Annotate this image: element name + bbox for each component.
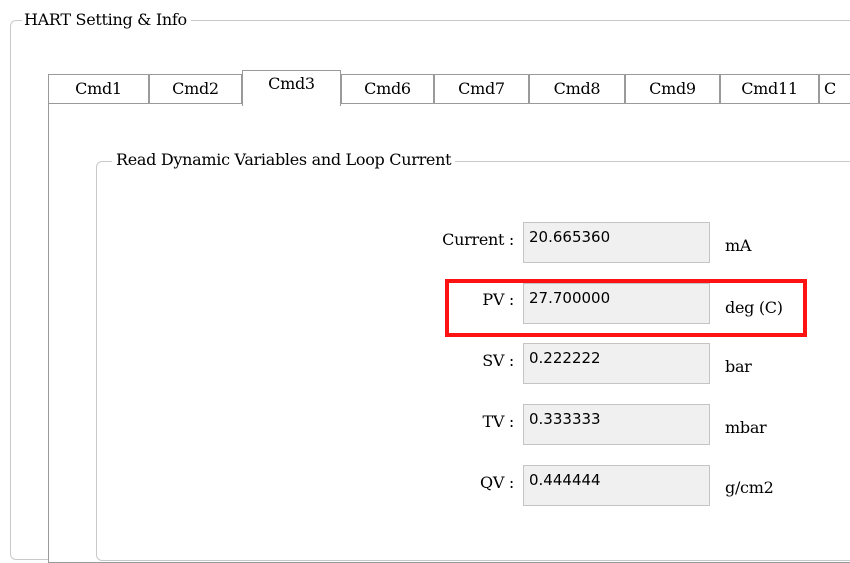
current-value-field[interactable]: 20.665360 [523, 222, 710, 263]
tab-cmd11[interactable]: Cmd11 [720, 74, 819, 104]
tab-cmd9[interactable]: Cmd9 [625, 74, 720, 104]
pv-label: PV : [482, 290, 514, 309]
sv-unit: bar [725, 357, 752, 376]
tv-label: TV : [482, 412, 514, 431]
command-tab-strip: Cmd1 Cmd2 Cmd3 Cmd6 Cmd7 Cmd8 Cmd9 Cmd11… [48, 70, 850, 106]
qv-value-field[interactable]: 0.444444 [523, 465, 710, 506]
tab-cmd1[interactable]: Cmd1 [48, 74, 149, 104]
tab-cmd2[interactable]: Cmd2 [149, 74, 242, 104]
tab-cmd6[interactable]: Cmd6 [341, 74, 434, 104]
tab-cmd8[interactable]: Cmd8 [529, 74, 625, 104]
tab-cmd3[interactable]: Cmd3 [242, 70, 341, 106]
current-unit: mA [725, 236, 752, 255]
pv-value-field[interactable]: 27.700000 [523, 283, 710, 324]
tv-value-field[interactable]: 0.333333 [523, 404, 710, 445]
hart-settings-group-title: HART Setting & Info [22, 9, 191, 31]
qv-unit: g/cm2 [725, 478, 774, 497]
tab-cmd7[interactable]: Cmd7 [434, 74, 529, 104]
pv-unit: deg (C) [725, 298, 783, 317]
sv-label: SV : [482, 351, 514, 370]
current-label: Current : [442, 230, 514, 249]
tv-unit: mbar [725, 418, 767, 437]
sv-value-field[interactable]: 0.222222 [523, 343, 710, 384]
qv-label: QV : [480, 473, 514, 492]
tab-cmd-overflow[interactable]: C [819, 74, 850, 104]
dynamic-variables-group-title: Read Dynamic Variables and Loop Current [112, 149, 456, 171]
